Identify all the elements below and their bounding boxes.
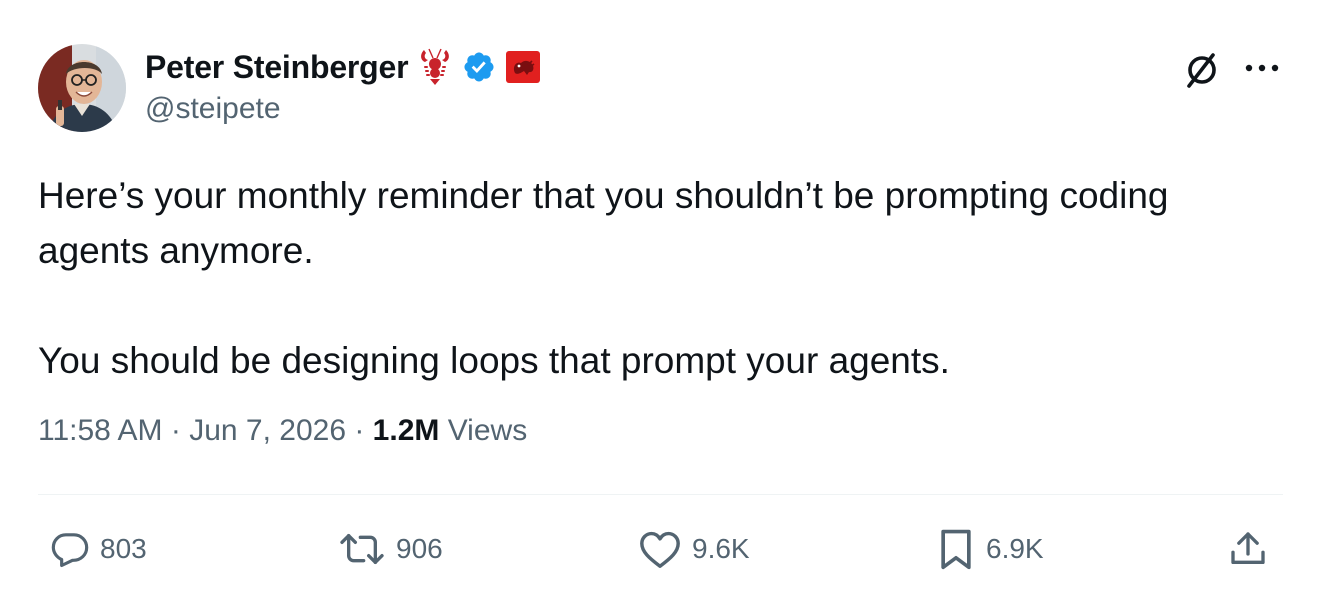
bookmark-icon (941, 529, 971, 570)
tweet-date[interactable]: Jun 7, 2026 (189, 414, 346, 447)
grok-icon[interactable] (1180, 48, 1224, 92)
share-button[interactable] (1228, 522, 1268, 576)
tweet-paragraph: You should be designing loops that promp… (38, 340, 950, 381)
tweet-meta: 11:58 AM · Jun 7, 2026 · 1.2M Views (38, 414, 527, 448)
lobster-emoji-icon (418, 48, 452, 86)
verified-badge-icon[interactable] (462, 50, 496, 84)
repost-count: 906 (396, 533, 443, 564)
author-display-name[interactable]: Peter Steinberger (145, 49, 409, 86)
reply-icon (51, 533, 89, 568)
share-icon (1231, 532, 1265, 564)
views-label: Views (447, 414, 528, 447)
repost-button[interactable]: 906 (338, 522, 443, 576)
reply-count: 803 (100, 533, 147, 564)
like-count: 9.6K (692, 533, 750, 564)
meta-separator: · (170, 414, 190, 447)
like-button[interactable]: 9.6K (638, 522, 750, 576)
more-icon[interactable] (1240, 50, 1284, 86)
divider (38, 494, 1283, 495)
lobster-flag-icon[interactable] (506, 51, 541, 83)
author-name-row: Peter Steinberger (145, 46, 541, 88)
tweet-card: Peter Steinberger @steipete Here’s your … (0, 0, 1320, 596)
heart-icon (640, 531, 680, 568)
views-count: 1.2M (372, 414, 440, 447)
author-handle[interactable]: @steipete (145, 92, 281, 126)
repost-icon (340, 534, 384, 564)
bookmark-button[interactable]: 6.9K (936, 522, 1044, 576)
tweet-text: Here’s your monthly reminder that you sh… (38, 168, 1288, 388)
reply-button[interactable]: 803 (50, 522, 147, 576)
bookmark-count: 6.9K (986, 533, 1044, 564)
tweet-paragraph: Here’s your monthly reminder that you sh… (38, 175, 1169, 271)
avatar[interactable] (38, 44, 126, 132)
tweet-time[interactable]: 11:58 AM (38, 414, 163, 447)
meta-separator: · (354, 414, 373, 447)
